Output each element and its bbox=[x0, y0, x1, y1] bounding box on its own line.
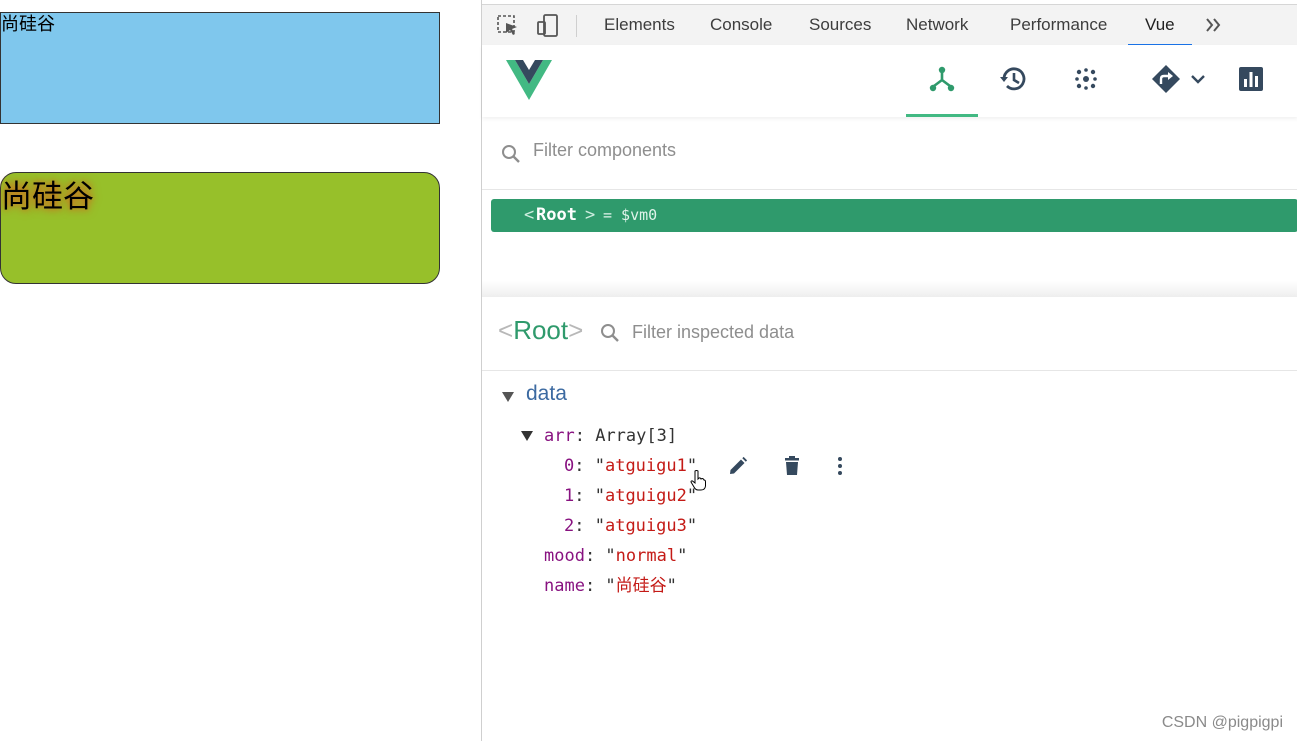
prop-value: atguigu2 bbox=[604, 486, 687, 506]
section-title-data[interactable]: data bbox=[526, 382, 567, 406]
devtools-panel: Elements Console Sources Network Perform… bbox=[481, 0, 1297, 741]
component-tree-row-root[interactable]: < Root > = $vm0 bbox=[491, 199, 1297, 232]
components-filter-input[interactable]: Filter components bbox=[533, 140, 676, 161]
component-name: Root bbox=[536, 205, 577, 225]
timeline-icon bbox=[1071, 64, 1101, 98]
router-button[interactable] bbox=[1132, 45, 1224, 117]
search-icon bbox=[599, 322, 621, 348]
data-row-arr-0[interactable]: 0: "atguigu1" bbox=[564, 455, 697, 477]
more-vert-icon[interactable] bbox=[829, 455, 851, 477]
title-close-bracket: > bbox=[568, 315, 584, 345]
edit-pencil-icon[interactable] bbox=[727, 455, 749, 477]
inspect-element-icon[interactable] bbox=[495, 13, 521, 39]
prop-type: Array[3] bbox=[595, 426, 678, 446]
green-box: 尚硅谷 bbox=[0, 172, 440, 284]
history-button[interactable] bbox=[978, 45, 1050, 117]
inspector-header: <Root> Filter inspected data bbox=[482, 297, 1297, 371]
prop-key: 2 bbox=[564, 516, 575, 536]
search-icon bbox=[500, 143, 522, 169]
vm-reference: = $vm0 bbox=[603, 206, 658, 224]
vue-logo-icon bbox=[506, 60, 552, 104]
device-toggle-icon[interactable] bbox=[535, 13, 561, 39]
tag-close-bracket: > bbox=[585, 205, 596, 225]
page-preview: 尚硅谷 尚硅谷 bbox=[0, 0, 481, 741]
performance-button[interactable] bbox=[1215, 45, 1287, 117]
chevron-double-right-icon[interactable] bbox=[1202, 13, 1226, 37]
expand-arrow-icon[interactable] bbox=[521, 431, 533, 441]
component-inspector: <Root> Filter inspected data data arr: A… bbox=[482, 297, 1297, 741]
prop-value: 尚硅谷 bbox=[615, 576, 667, 596]
timeline-button[interactable] bbox=[1050, 45, 1122, 117]
inspected-component-title: <Root> bbox=[498, 315, 583, 346]
history-icon bbox=[998, 63, 1030, 99]
toolbar-separator bbox=[576, 15, 577, 37]
data-row-arr-1[interactable]: 1: "atguigu2" bbox=[564, 485, 697, 507]
tab-network[interactable]: Network bbox=[906, 5, 968, 45]
data-row-mood[interactable]: mood: "normal" bbox=[544, 545, 687, 567]
title-name: Root bbox=[513, 315, 569, 345]
chevron-down-icon bbox=[1189, 70, 1207, 92]
watermark: CSDN @pigpigpi bbox=[1161, 714, 1283, 731]
prop-key: 0 bbox=[564, 456, 575, 476]
blue-box: 尚硅谷 bbox=[0, 12, 440, 124]
tab-elements[interactable]: Elements bbox=[604, 5, 675, 45]
components-filter[interactable]: Filter components bbox=[482, 131, 1297, 190]
components-button[interactable] bbox=[906, 45, 978, 117]
router-icon bbox=[1149, 62, 1183, 100]
tab-sources[interactable]: Sources bbox=[809, 5, 871, 45]
delete-trash-icon[interactable] bbox=[781, 455, 803, 477]
vue-devtools-header bbox=[482, 45, 1297, 117]
tag-open-bracket: < bbox=[524, 205, 535, 225]
devtools-toolbar: Elements Console Sources Network Perform… bbox=[482, 4, 1297, 46]
components-icon bbox=[927, 64, 957, 98]
title-open-bracket: < bbox=[498, 315, 514, 345]
prop-value: atguigu3 bbox=[604, 516, 687, 536]
split-divider bbox=[482, 281, 1297, 297]
data-row-arr[interactable]: arr: Array[3] bbox=[544, 425, 677, 447]
prop-value: atguigu1 bbox=[604, 456, 687, 476]
tab-performance[interactable]: Performance bbox=[1010, 5, 1107, 45]
data-row-arr-2[interactable]: 2: "atguigu3" bbox=[564, 515, 697, 537]
performance-chart-icon bbox=[1237, 65, 1265, 97]
tab-vue[interactable]: Vue bbox=[1128, 5, 1192, 46]
tab-console[interactable]: Console bbox=[710, 5, 772, 45]
prop-key: arr bbox=[544, 426, 575, 446]
data-row-name[interactable]: name: "尚硅谷" bbox=[544, 575, 677, 597]
collapse-arrow-icon[interactable] bbox=[502, 392, 514, 402]
prop-value: normal bbox=[615, 546, 678, 566]
blue-box-text: 尚硅谷 bbox=[1, 14, 55, 35]
inspected-data-filter-input[interactable]: Filter inspected data bbox=[632, 322, 794, 343]
prop-key: name bbox=[544, 576, 585, 596]
prop-key: mood bbox=[544, 546, 585, 566]
green-box-text: 尚硅谷 bbox=[1, 179, 94, 215]
prop-key: 1 bbox=[564, 486, 575, 506]
